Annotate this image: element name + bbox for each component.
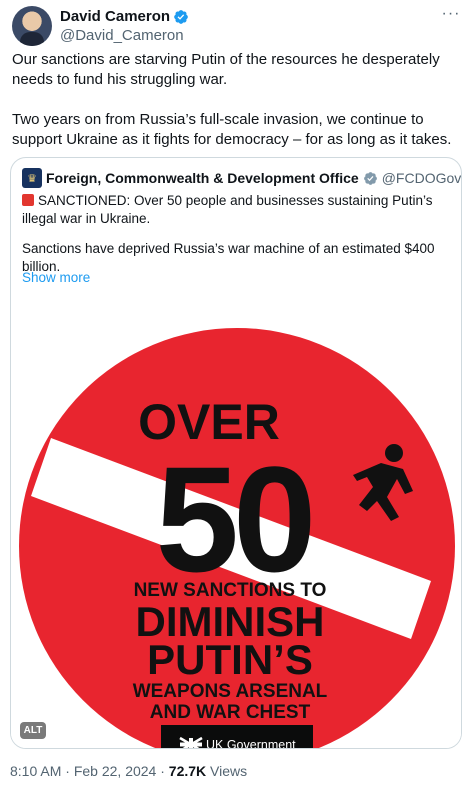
quoted-tweet[interactable]: ♛ Foreign, Commonwealth & Development Of…: [10, 157, 462, 749]
quoted-line-1: SANCTIONED: Over 50 people and businesse…: [22, 193, 433, 226]
siren-icon: [22, 194, 34, 206]
graphic-line-3: PUTIN’S: [147, 636, 313, 683]
quoted-paragraph-1: SANCTIONED: Over 50 people and businesse…: [22, 192, 450, 228]
author-block: David Cameron @David_Cameron: [60, 8, 189, 44]
tweet-header: David Cameron @David_Cameron ···: [12, 6, 461, 46]
uk-government-logo-text: UK Government: [206, 738, 296, 749]
meta-separator-2: ·: [160, 763, 165, 779]
tweet-time[interactable]: 8:10 AM: [10, 763, 61, 779]
tweet-text: Our sanctions are starving Putin of the …: [12, 50, 464, 150]
verified-gray-badge-icon: [363, 171, 377, 185]
tweet-date[interactable]: Feb 22, 2024: [74, 763, 157, 779]
sanctions-graphic: OVER 50 NEW SANCTIONS TO DIMINISH PUTIN’…: [19, 328, 455, 749]
quoted-author-name[interactable]: Foreign, Commonwealth & Development Offi…: [46, 170, 359, 186]
quoted-tweet-header: ♛ Foreign, Commonwealth & Development Of…: [22, 168, 461, 188]
author-avatar[interactable]: [12, 6, 52, 46]
graphic-line-5: AND WAR CHEST: [150, 702, 311, 723]
views-label: Views: [210, 763, 248, 779]
author-handle[interactable]: @David_Cameron: [60, 27, 189, 44]
alt-text-badge[interactable]: ALT: [20, 722, 46, 739]
more-horizontal-icon[interactable]: ···: [441, 6, 461, 26]
quoted-media-image[interactable]: OVER 50 NEW SANCTIONS TO DIMINISH PUTIN’…: [11, 291, 461, 749]
show-more-link[interactable]: Show more: [22, 270, 90, 285]
tweet-paragraph-1: Our sanctions are starving Putin of the …: [12, 51, 440, 88]
graphic-number-text: 50: [156, 435, 311, 603]
graphic-line-4: WEAPONS ARSENAL: [133, 681, 328, 702]
meta-separator: ·: [65, 763, 70, 779]
fcdo-crest-icon[interactable]: ♛: [22, 168, 42, 188]
verified-badge-icon: [174, 9, 188, 24]
tweet-paragraph-2: Two years on from Russia’s full-scale in…: [12, 111, 452, 148]
quoted-author-handle[interactable]: @FCDOGovUK: [382, 170, 461, 186]
views-count: 72.7K: [168, 763, 207, 779]
union-flag-icon: [179, 736, 203, 748]
tweet-metadata: 8:10 AM · Feb 22, 2024 · 72.7K Views: [10, 763, 247, 779]
author-name[interactable]: David Cameron: [60, 8, 170, 25]
quoted-tweet-text: SANCTIONED: Over 50 people and businesse…: [22, 192, 450, 302]
